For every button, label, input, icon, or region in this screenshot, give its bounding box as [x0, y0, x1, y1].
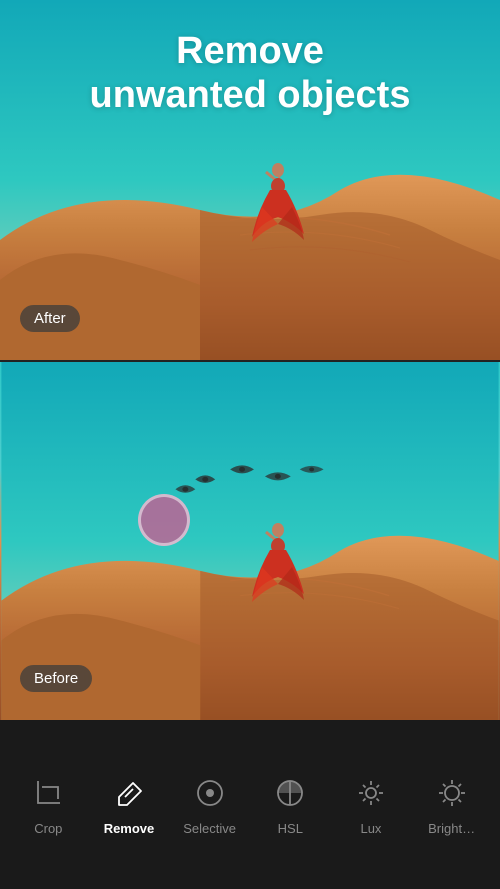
figure-after: [252, 162, 304, 252]
before-panel: Before: [0, 360, 500, 720]
crop-label: Crop: [34, 821, 62, 836]
tool-remove[interactable]: Remove: [94, 763, 164, 846]
tool-selective[interactable]: Selective: [175, 763, 245, 846]
after-dune: [0, 0, 500, 360]
images-container: After: [0, 0, 500, 720]
hsl-label: HSL: [278, 821, 303, 836]
tool-lux[interactable]: Lux: [336, 763, 406, 846]
figure-before: [252, 522, 304, 612]
selective-icon: [190, 773, 230, 813]
before-label: Before: [20, 665, 92, 692]
remove-label: Remove: [104, 821, 155, 836]
brush-indicator: [138, 494, 190, 546]
brightness-label: Bright…: [428, 821, 475, 836]
tool-hsl[interactable]: HSL: [255, 763, 325, 846]
brightness-icon: [432, 773, 472, 813]
selective-label: Selective: [183, 821, 236, 836]
after-panel: After: [0, 0, 500, 360]
tool-brightness[interactable]: Bright…: [417, 763, 487, 846]
after-label: After: [20, 305, 80, 332]
hsl-icon: [270, 773, 310, 813]
eraser-icon: [109, 773, 149, 813]
tool-crop[interactable]: Crop: [13, 763, 83, 846]
toolbar: Crop Remove Selective: [0, 720, 500, 889]
crop-icon: [28, 773, 68, 813]
app: Remove unwanted objects: [0, 0, 500, 889]
lux-label: Lux: [360, 821, 381, 836]
lux-icon: [351, 773, 391, 813]
